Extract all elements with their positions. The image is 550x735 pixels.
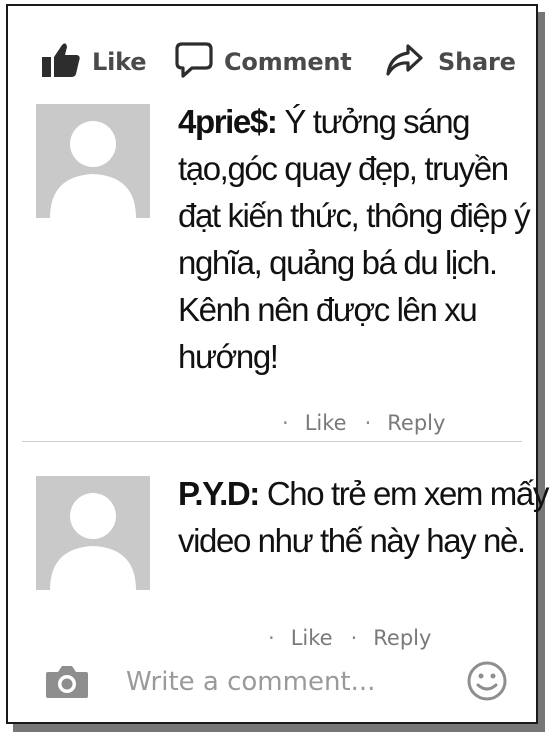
comment-body: 4prie$: Ý tưởng sáng tạo,góc quay đẹp, tr… bbox=[178, 98, 550, 380]
smiley-icon[interactable] bbox=[466, 660, 508, 707]
comment-actions: · Like · Reply bbox=[268, 626, 449, 650]
comment-label: Comment bbox=[224, 48, 352, 76]
comment-body: P.Y.D: Cho trẻ em xem mấy video như thế n… bbox=[178, 470, 550, 564]
camera-icon[interactable] bbox=[44, 662, 90, 705]
action-bar: Like Comment Share bbox=[8, 34, 536, 90]
share-label: Share bbox=[438, 48, 516, 76]
comment-text: Ý tưởng sáng tạo,góc quay đẹp, truyền đạ… bbox=[178, 103, 531, 375]
comment-reply-link[interactable]: Reply bbox=[373, 626, 431, 650]
separator-dot: · bbox=[364, 411, 372, 435]
separator-dot: · bbox=[282, 411, 289, 435]
comment-reply-link[interactable]: Reply bbox=[387, 411, 445, 435]
separator-dot: · bbox=[268, 626, 275, 650]
comment-like-link[interactable]: Like bbox=[305, 411, 347, 435]
comment-card: Like Comment Share 4prie$: Ý tưởng sáng … bbox=[6, 4, 549, 724]
comment-composer bbox=[8, 654, 536, 710]
share-button[interactable]: Share bbox=[384, 34, 516, 90]
speech-bubble-icon bbox=[174, 41, 214, 84]
separator-dot: · bbox=[350, 626, 358, 650]
default-avatar-icon[interactable] bbox=[36, 104, 150, 218]
divider bbox=[22, 441, 522, 442]
share-arrow-icon bbox=[384, 42, 424, 83]
comment-author[interactable]: P.Y.D: bbox=[178, 475, 260, 512]
write-comment-input[interactable] bbox=[126, 662, 456, 702]
comment-button[interactable]: Comment bbox=[174, 34, 352, 90]
comment-author[interactable]: 4prie$: bbox=[178, 103, 278, 140]
comment-actions: · Like · Reply bbox=[282, 411, 463, 435]
like-label: Like bbox=[92, 48, 147, 76]
thumbs-up-icon bbox=[40, 41, 82, 84]
default-avatar-icon[interactable] bbox=[36, 476, 150, 590]
comment-like-link[interactable]: Like bbox=[291, 626, 333, 650]
like-button[interactable]: Like bbox=[40, 34, 147, 90]
